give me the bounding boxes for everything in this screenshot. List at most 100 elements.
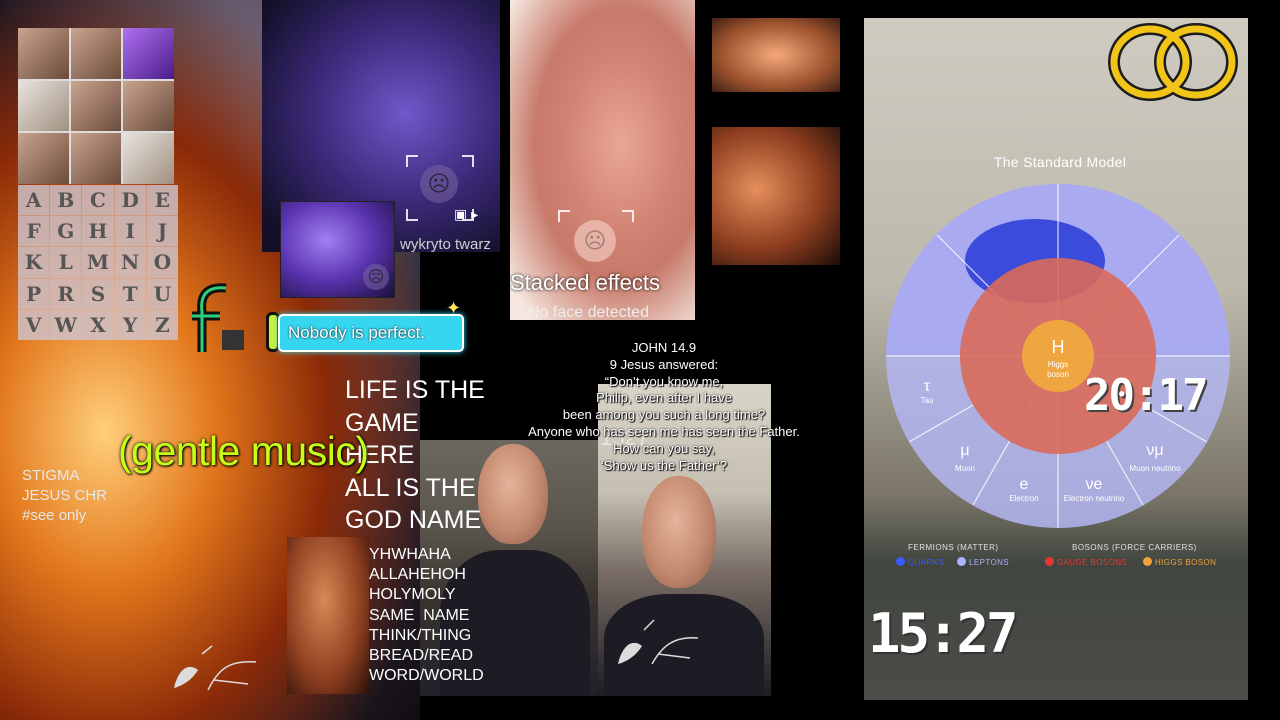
legend-dot-gauge xyxy=(1045,557,1054,566)
verse-line: been among you such a long time? xyxy=(562,407,766,423)
letter-cell: S xyxy=(82,278,114,309)
legend-gauge: GAUGE BOSONS xyxy=(1057,558,1128,567)
thumbnail xyxy=(123,80,174,132)
fermions-label: FERMIONS (MATTER) xyxy=(908,543,999,552)
letter-grid: ABCDE FGHIJ KLMNO PRSTU VWXYZ xyxy=(18,185,178,340)
particle-name: Electron neutrino xyxy=(1064,494,1125,503)
caption-line: JESUS CHR xyxy=(22,487,108,504)
word-list: YHWHAHA ALLAHEHOH HOLYMOLY SAME NAME THI… xyxy=(369,545,484,686)
thumbnail-grid xyxy=(18,28,174,184)
particle-symbol: τ xyxy=(924,378,931,395)
caption-line: #see only xyxy=(22,507,87,524)
word-item: ALLAHEHOH xyxy=(369,566,466,584)
skin-closeup-photo xyxy=(712,127,840,265)
verse-line: 9 Jesus answered: xyxy=(609,356,719,372)
signature-logo xyxy=(618,619,699,665)
letter-cell: W xyxy=(50,309,82,340)
standard-model-title: The Standard Model xyxy=(993,154,1127,170)
logo-glyph xyxy=(192,283,244,352)
letter-cell: O xyxy=(146,247,178,278)
sticker-box: Nobody is perfect. xyxy=(278,314,464,352)
thumbnail xyxy=(123,28,174,79)
sad-face-icon: ☹ xyxy=(574,220,616,262)
letter-cell: T xyxy=(114,278,146,309)
sparkle-icon: ✦ xyxy=(446,298,462,318)
particle-symbol: e xyxy=(1020,476,1029,493)
thumbnail xyxy=(70,28,122,79)
word-item: YHWHAHA xyxy=(369,546,451,563)
letter-cell: G xyxy=(50,216,82,247)
man-head xyxy=(642,476,716,588)
bible-verse: JOHN 14.9 9 Jesus answered: “Don’t you k… xyxy=(508,340,820,474)
life-line: ALL IS THE xyxy=(345,473,476,502)
thumbnail xyxy=(18,133,69,184)
legend-higgs: HIGGS BOSON xyxy=(1155,558,1217,567)
effects-subtitle: No face detected xyxy=(528,304,649,321)
letter-cell: C xyxy=(82,185,114,216)
letter-cell: L xyxy=(50,247,82,278)
skin-closeup-photo xyxy=(712,18,840,92)
particle-symbol: μ xyxy=(960,442,969,459)
clock-overlay-small: 20:17 xyxy=(1084,370,1208,421)
thumbnail xyxy=(70,80,122,132)
face-overlay-text: wykryto twarz xyxy=(400,236,491,253)
particle-symbol: νμ xyxy=(1146,442,1163,459)
bosons-label: BOSONS (FORCE CARRIERS) xyxy=(1072,543,1197,552)
letter-cell: U xyxy=(146,278,178,309)
letter-cell: P xyxy=(18,278,50,309)
sticker-text: Nobody is perfect. xyxy=(288,323,426,342)
word-item: SAME NAME xyxy=(369,606,470,624)
letter-cell: K xyxy=(18,247,50,278)
higgs-label: boson xyxy=(1047,370,1069,379)
standard-model-wheel: H Higgs boson τ Tau μ Muon e Electron νe… xyxy=(886,184,1230,528)
wedding-rings-icon xyxy=(1108,23,1238,101)
verse-line: JOHN 14.9 xyxy=(631,340,697,355)
letter-cell: D xyxy=(114,185,146,216)
higgs-label: Higgs xyxy=(1048,360,1068,369)
letter-cell: N xyxy=(114,247,146,278)
higgs-symbol: H xyxy=(1052,337,1065,357)
rust-texture-photo xyxy=(287,537,369,694)
signature-logo xyxy=(174,645,257,691)
camera-icon: ▣ ▸ xyxy=(454,206,479,222)
letter-cell: Z xyxy=(146,309,178,340)
thumbnail xyxy=(18,28,69,79)
particle-name: Muon xyxy=(955,464,975,473)
particle-name: Electron xyxy=(1009,494,1038,503)
legend-leptons: LEPTONS xyxy=(969,558,1009,567)
letter-cell: I xyxy=(114,216,146,247)
legend-dot-leptons xyxy=(957,557,966,566)
particle-name: Muon neutrino xyxy=(1129,464,1181,473)
letter-cell: B xyxy=(50,185,82,216)
verse-line: ‘Show us the Father’? xyxy=(600,457,728,473)
letter-cell: V xyxy=(18,309,50,340)
letter-cell: R xyxy=(50,278,82,309)
verse-line: How can you say, xyxy=(613,440,715,456)
left-caption: STIGMA JESUS CHR #see only xyxy=(22,466,202,526)
word-item: WORD/WORLD xyxy=(369,667,484,685)
legend-dot-higgs xyxy=(1143,557,1152,566)
life-line: HERE xyxy=(345,441,415,469)
word-item: THINK/THING xyxy=(369,626,472,644)
particle-symbol: νe xyxy=(1086,476,1103,493)
caption-subtitle: (gentle music) xyxy=(118,428,369,474)
letter-cell: A xyxy=(18,185,50,216)
letter-cell: H xyxy=(82,216,114,247)
legend-dot-quarks xyxy=(896,557,905,566)
letter-cell: X xyxy=(82,309,114,340)
verse-line: Anyone who has seen me has seen the Fath… xyxy=(528,423,800,439)
verse-line: “Don’t you know me, xyxy=(604,373,724,389)
clock-overlay-large: 15:27 xyxy=(868,602,1019,665)
letter-cell: J xyxy=(146,216,178,247)
letter-cell: Y xyxy=(114,309,146,340)
life-line: GOD NAME xyxy=(345,506,482,534)
particle-name: Tau xyxy=(921,396,934,405)
word-item: BREAD/READ xyxy=(369,647,474,665)
effects-title: Stacked effects xyxy=(510,270,661,295)
legend-quarks: QUARKS xyxy=(908,558,945,567)
word-item: HOLYMOLY xyxy=(369,586,456,604)
sad-face-icon: ☹ xyxy=(420,165,458,203)
purple-thumbnail-video: ☹ xyxy=(280,201,395,298)
thumbnail xyxy=(70,133,122,184)
life-line: GAME xyxy=(345,408,419,437)
